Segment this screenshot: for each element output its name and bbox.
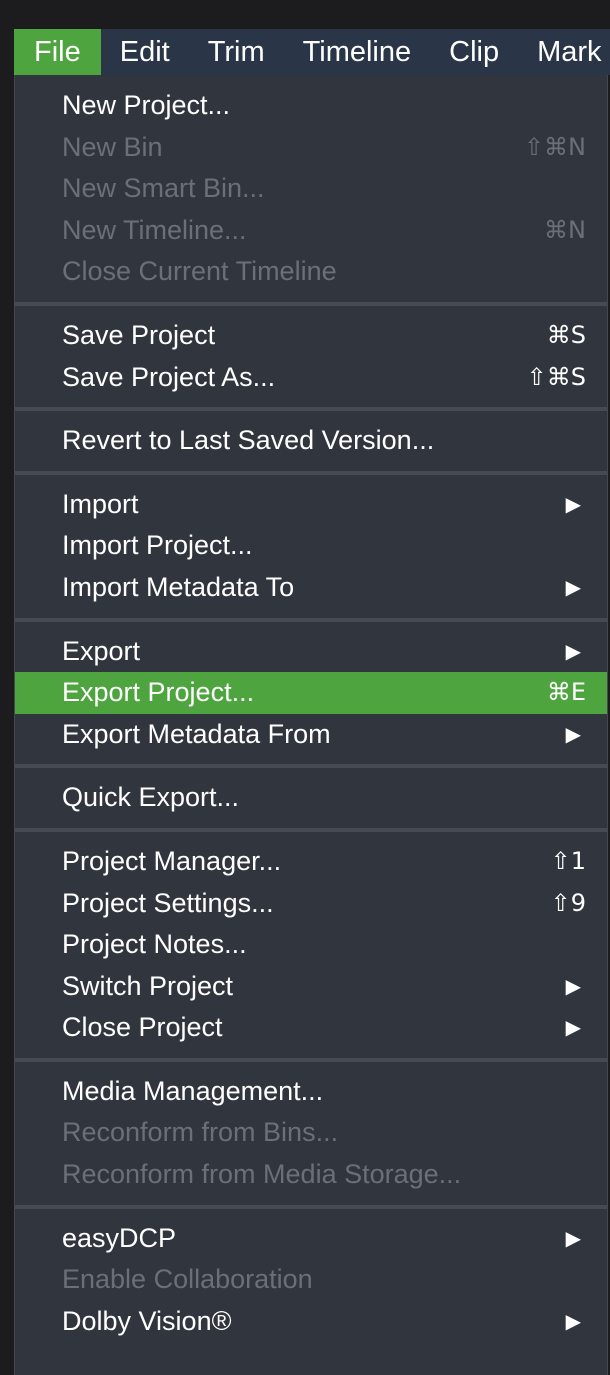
menubar-item-edit[interactable]: Edit [101,29,189,75]
menu-item-switch-project[interactable]: Switch Project ▶ [15,966,607,1008]
submenu-arrow-icon: ▶ [565,574,581,599]
menubar-item-clip[interactable]: Clip [430,29,518,75]
menu-item-new-timeline: New Timeline... ⌘N [15,210,607,252]
menu-item-label: Close Project [62,1012,223,1043]
menu-item-enable-collaboration: Enable Collaboration [15,1259,607,1301]
menu-item-label: Import Metadata To [62,571,295,602]
submenu-arrow-icon: ▶ [565,973,581,998]
file-menu-dropdown: New Project... New Bin ⇧⌘N New Smart Bin...… [14,75,608,1375]
menu-group: Save Project ⌘S Save Project As... ⇧⌘S [15,306,607,407]
menu-item-label: easyDCP [62,1222,177,1253]
menu-item-new-project[interactable]: New Project... [15,85,607,127]
menu-item-label: Dolby Vision® [62,1305,232,1336]
submenu-arrow-icon: ▶ [565,1015,581,1040]
menu-item-label: New Bin [62,131,163,162]
keyboard-shortcut: ⇧9 [550,888,586,917]
menubar: File Edit Trim Timeline Clip Mark [14,29,610,75]
menu-item-label: Project Manager... [62,845,282,876]
menu-group: Quick Export... [15,768,607,828]
menu-item-label: New Smart Bin... [62,173,265,204]
keyboard-shortcut: ⌘N [544,215,586,244]
menubar-item-file[interactable]: File [14,29,101,75]
menu-item-label: New Timeline... [62,214,247,245]
menu-item-media-management[interactable]: Media Management... [15,1071,607,1113]
keyboard-shortcut: ⌘E [546,678,586,707]
menu-item-label: Revert to Last Saved Version... [62,425,435,456]
menubar-item-mark[interactable]: Mark [518,29,610,75]
keyboard-shortcut: ⇧⌘S [526,362,586,391]
menu-item-import-metadata-to[interactable]: Import Metadata To ▶ [15,567,607,609]
menu-group: Media Management... Reconform from Bins..… [15,1062,607,1205]
menu-group: Export ▶ Export Project... ⌘E Export Metadat… [15,622,607,765]
menu-item-label: Export Project... [62,677,255,708]
menu-item-reconform-from-bins: Reconform from Bins... [15,1112,607,1154]
menu-item-dolby-vision[interactable]: Dolby Vision® ▶ [15,1301,607,1343]
menu-item-export-metadata-from[interactable]: Export Metadata From ▶ [15,714,607,756]
menu-item-label: Import Project... [62,530,253,561]
menu-item-easydcp[interactable]: easyDCP ▶ [15,1218,607,1260]
submenu-arrow-icon: ▶ [565,1225,581,1250]
menu-item-label: Reconform from Media Storage... [62,1159,462,1190]
menu-item-revert-to-last-saved-version[interactable]: Revert to Last Saved Version... [15,420,607,462]
menu-item-import-project[interactable]: Import Project... [15,525,607,567]
menu-item-project-manager[interactable]: Project Manager... ⇧1 [15,841,607,883]
menu-item-label: Save Project As... [62,361,276,392]
menu-group: Revert to Last Saved Version... [15,411,607,471]
menu-item-new-smart-bin: New Smart Bin... [15,168,607,210]
menu-item-close-current-timeline: Close Current Timeline [15,251,607,293]
submenu-arrow-icon: ▶ [565,1308,581,1333]
menu-item-label: Reconform from Bins... [62,1117,339,1148]
menu-item-reconform-from-media-storage: Reconform from Media Storage... [15,1154,607,1196]
keyboard-shortcut: ⇧⌘N [523,132,586,161]
menu-group: Project Manager... ⇧1 Project Settings... ⇧… [15,832,607,1058]
submenu-arrow-icon: ▶ [565,638,581,663]
menu-item-project-notes[interactable]: Project Notes... [15,924,607,966]
menu-item-label: Import [62,488,139,519]
menu-item-save-project[interactable]: Save Project ⌘S [15,315,607,357]
menubar-item-trim[interactable]: Trim [189,29,284,75]
menu-item-label: Quick Export... [62,782,240,813]
menu-item-label: Switch Project [62,970,234,1001]
menu-group: easyDCP ▶ Enable Collaboration Dolby Vision… [15,1209,607,1352]
menu-item-label: Export Metadata From [62,718,331,749]
menu-group: New Project... New Bin ⇧⌘N New Smart Bin...… [15,75,607,302]
menu-item-project-settings[interactable]: Project Settings... ⇧9 [15,883,607,925]
keyboard-shortcut: ⇧1 [550,846,586,875]
keyboard-shortcut: ⌘S [546,320,586,349]
menu-group: Import ▶ Import Project... Import Metadata … [15,475,607,618]
menu-item-import[interactable]: Import ▶ [15,484,607,526]
menu-item-export-project[interactable]: Export Project... ⌘E [15,672,607,714]
menu-item-new-bin: New Bin ⇧⌘N [15,127,607,169]
menubar-item-timeline[interactable]: Timeline [284,29,431,75]
menu-item-label: Media Management... [62,1075,324,1106]
submenu-arrow-icon: ▶ [565,721,581,746]
menu-item-label: Project Notes... [62,929,247,960]
menu-item-label: Enable Collaboration [62,1264,313,1295]
menu-item-quick-export[interactable]: Quick Export... [15,777,607,819]
menu-item-label: Close Current Timeline [62,256,337,287]
menu-item-export[interactable]: Export ▶ [15,631,607,673]
menu-item-label: Project Settings... [62,887,274,918]
menu-item-label: New Project... [62,90,231,120]
menu-item-label: Save Project [62,319,216,350]
submenu-arrow-icon: ▶ [565,491,581,516]
menu-item-close-project[interactable]: Close Project ▶ [15,1007,607,1049]
menu-item-label: Export [62,635,141,666]
menu-item-save-project-as[interactable]: Save Project As... ⇧⌘S [15,357,607,399]
